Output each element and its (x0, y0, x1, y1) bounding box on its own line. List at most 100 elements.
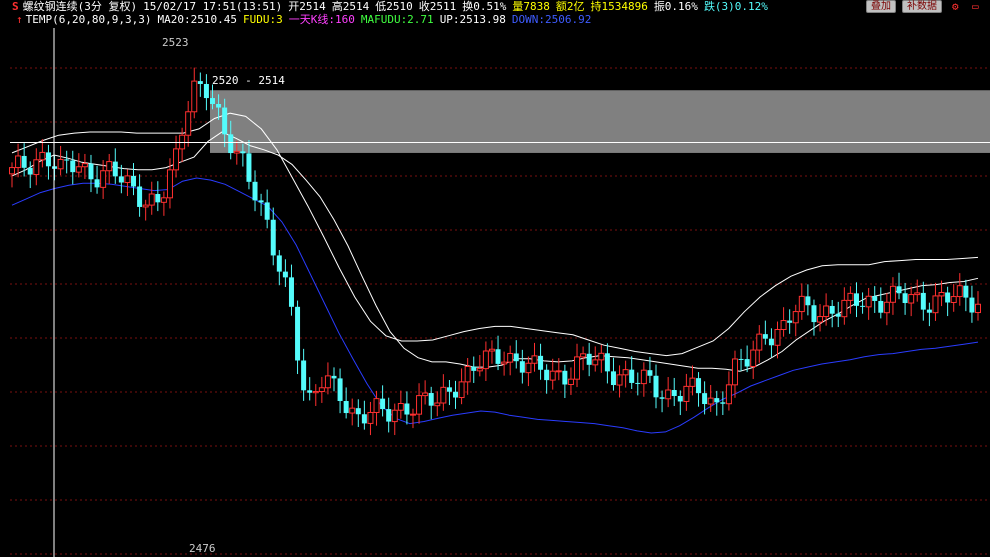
candle-body[interactable] (945, 292, 951, 303)
candle-body[interactable] (823, 305, 830, 318)
candle-body[interactable] (331, 375, 337, 379)
candle-body[interactable] (288, 277, 294, 307)
candle-body[interactable] (938, 291, 945, 297)
candle-body[interactable] (355, 408, 361, 415)
candle-body[interactable] (27, 167, 33, 175)
candle-body[interactable] (197, 81, 203, 84)
candle-body[interactable] (270, 219, 276, 256)
candle-body[interactable] (725, 384, 732, 405)
candle-body[interactable] (434, 402, 441, 407)
candle-body[interactable] (731, 358, 738, 386)
s-icon[interactable]: S (12, 0, 19, 13)
candle-body[interactable] (495, 349, 501, 364)
candle-body[interactable] (544, 369, 550, 381)
candle-body[interactable] (926, 309, 932, 313)
candle-body[interactable] (950, 296, 957, 303)
candle-body[interactable] (696, 378, 702, 394)
candle-body[interactable] (507, 352, 514, 363)
candle-body[interactable] (301, 360, 307, 391)
candle-body[interactable] (100, 170, 107, 188)
candle-body[interactable] (185, 111, 192, 136)
candle-body[interactable] (604, 353, 610, 372)
candle-body[interactable] (792, 311, 799, 324)
candle-body[interactable] (324, 375, 331, 389)
candle-body[interactable] (482, 350, 489, 370)
candle-body[interactable] (15, 155, 22, 169)
candle-body[interactable] (549, 370, 556, 381)
candle-body[interactable] (422, 392, 429, 397)
candle-body[interactable] (318, 387, 325, 393)
candle-body[interactable] (707, 397, 714, 405)
candle-body[interactable] (963, 285, 969, 298)
candle-body[interactable] (75, 166, 82, 173)
candle-body[interactable] (889, 285, 896, 303)
candle-body[interactable] (513, 353, 519, 362)
candle-body[interactable] (106, 161, 113, 172)
candle-body[interactable] (768, 338, 774, 346)
candle-body[interactable] (386, 409, 392, 422)
candle-body[interactable] (471, 366, 477, 371)
candle-body[interactable] (762, 334, 768, 339)
candle-body[interactable] (155, 193, 161, 203)
candle-body[interactable] (665, 389, 672, 400)
candle-body[interactable] (166, 169, 173, 199)
candle-body[interactable] (622, 369, 629, 376)
candle-body[interactable] (312, 391, 319, 394)
candle-body[interactable] (538, 355, 544, 370)
candle-body[interactable] (525, 362, 532, 374)
candle-body[interactable] (671, 390, 677, 396)
candle-body[interactable] (914, 292, 921, 296)
candle-body[interactable] (276, 255, 282, 272)
candle-body[interactable] (39, 151, 46, 161)
candle-body[interactable] (774, 329, 781, 346)
candle-body[interactable] (380, 398, 386, 410)
candle-body[interactable] (853, 293, 859, 306)
candle-body[interactable] (464, 365, 471, 383)
candle-body[interactable] (683, 385, 690, 402)
candle-body[interactable] (653, 375, 659, 398)
candle-body[interactable] (282, 271, 288, 278)
candle-body[interactable] (847, 292, 854, 301)
candle-body[interactable] (453, 391, 459, 398)
candle-body[interactable] (246, 153, 252, 182)
candle-body[interactable] (720, 402, 726, 404)
candle-body[interactable] (21, 155, 27, 168)
candle-body[interactable] (635, 382, 641, 384)
candle-body[interactable] (586, 353, 592, 365)
candle-body[interactable] (640, 369, 647, 385)
candle-body[interactable] (33, 159, 40, 176)
minimize-icon[interactable]: ▭ (972, 0, 979, 13)
candle-body[interactable] (562, 370, 568, 385)
candle-body[interactable] (404, 403, 410, 415)
candle-body[interactable] (598, 352, 605, 361)
candle-body[interactable] (592, 359, 599, 366)
candle-body[interactable] (397, 403, 404, 411)
candle-body[interactable] (629, 369, 635, 383)
candle-body[interactable] (659, 397, 665, 399)
candle-body[interactable] (258, 200, 264, 203)
candle-body[interactable] (209, 98, 215, 104)
candle-body[interactable] (780, 320, 787, 331)
candle-body[interactable] (567, 378, 574, 385)
candle-body[interactable] (860, 305, 866, 307)
candle-body[interactable] (173, 148, 180, 171)
candle-body[interactable] (337, 378, 343, 402)
candle-body[interactable] (70, 160, 76, 173)
candle-body[interactable] (878, 300, 884, 313)
candle-body[interactable] (416, 395, 423, 415)
candle-body[interactable] (920, 292, 926, 310)
candle-body[interactable] (865, 295, 872, 308)
candlestick-chart[interactable]: 2520 - 2514 2523 2476 (0, 0, 990, 557)
candle-body[interactable] (367, 411, 374, 424)
candle-body[interactable] (118, 176, 124, 183)
candle-body[interactable] (45, 152, 51, 167)
candle-body[interactable] (956, 285, 963, 298)
candle-body[interactable] (307, 390, 313, 393)
candle-body[interactable] (295, 306, 301, 361)
candle-body[interactable] (616, 374, 623, 386)
candle-body[interactable] (531, 355, 538, 364)
candle-body[interactable] (458, 381, 465, 399)
candle-body[interactable] (647, 370, 653, 376)
candle-body[interactable] (88, 163, 94, 180)
candle-body[interactable] (64, 159, 70, 161)
